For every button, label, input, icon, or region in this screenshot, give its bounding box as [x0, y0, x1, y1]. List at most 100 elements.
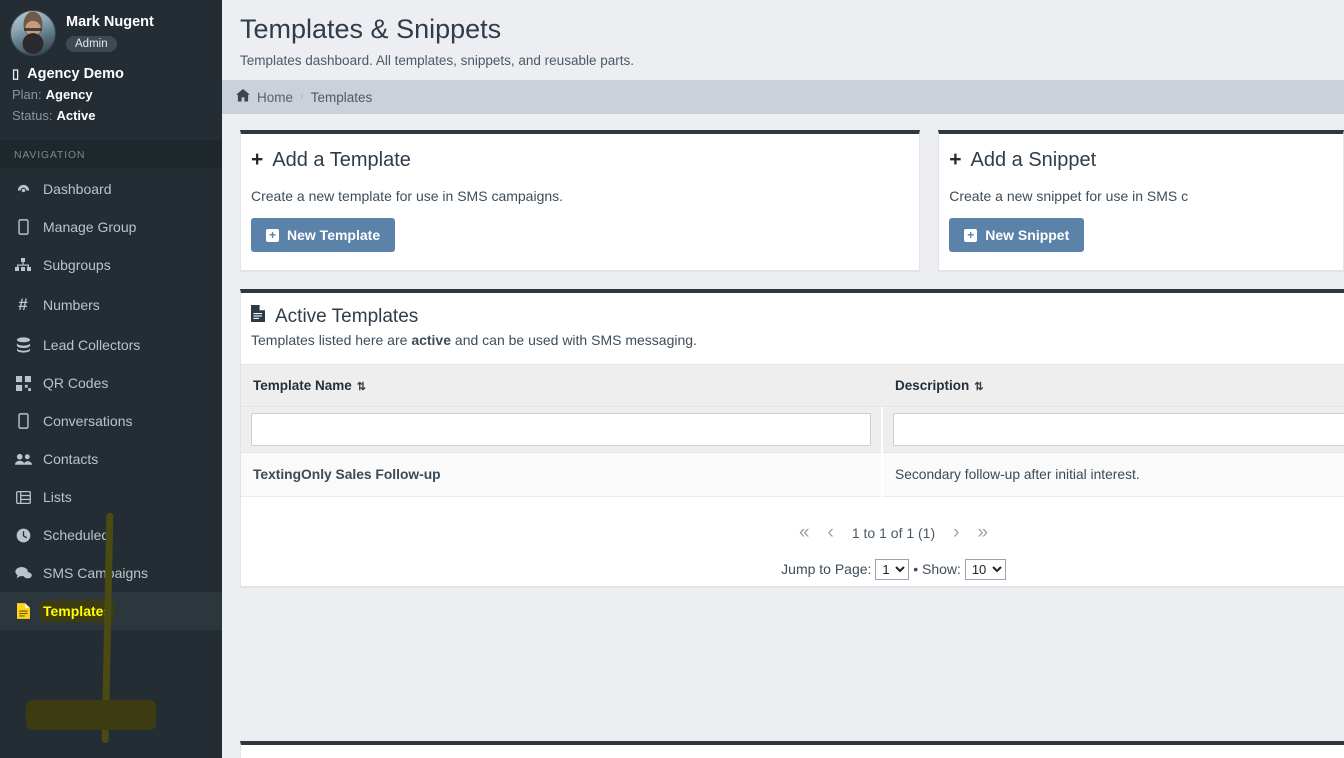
sidebar-item-numbers[interactable]: # Numbers — [0, 284, 222, 326]
status-label: Status: — [12, 108, 53, 123]
plan-row: Plan: Agency — [0, 84, 222, 105]
dashboard-icon — [14, 182, 32, 197]
new-snippet-button[interactable]: + New Snippet — [949, 218, 1085, 252]
mobile-icon — [14, 219, 32, 235]
table-header-row: Template Name ⇅ Description ⇅ — [241, 364, 1344, 407]
avatar — [10, 10, 56, 56]
sidebar-item-label: Templates — [43, 603, 112, 619]
sidebar-item-label: Scheduled — [43, 527, 110, 543]
active-templates-panel: Active Templates Templates listed here a… — [240, 289, 1344, 587]
add-snippet-description: Create a new snippet for use in SMS c — [949, 188, 1189, 204]
sidebar: Mark Nugent Admin ▯ Agency Demo Plan: Age… — [0, 0, 222, 758]
add-template-title: + Add a Template — [251, 148, 909, 172]
sidebar-item-label: SMS Campaigns — [43, 565, 149, 581]
comments-icon — [14, 566, 32, 580]
add-template-card: + Add a Template Create a new template f… — [240, 130, 921, 271]
jump-to-page-select[interactable]: 1 — [875, 559, 910, 580]
next-panel-partial — [240, 741, 1344, 758]
breadcrumb-current: Templates — [310, 89, 373, 105]
double-chevron-left-icon[interactable]: « — [799, 523, 810, 542]
table-row[interactable]: TextingOnly Sales Follow-up Secondary fo… — [241, 452, 1344, 497]
building-icon: ▯ — [12, 66, 20, 81]
app-root: Mark Nugent Admin ▯ Agency Demo Plan: Age… — [0, 0, 1344, 758]
pagination-dot: • — [913, 561, 919, 577]
sidebar-item-qr-codes[interactable]: QR Codes — [0, 364, 222, 402]
sidebar-item-sms-campaigns[interactable]: SMS Campaigns — [0, 554, 222, 592]
table-body: TextingOnly Sales Follow-up Secondary fo… — [241, 452, 1344, 497]
sidebar-item-lists[interactable]: Lists — [0, 478, 222, 516]
sidebar-item-contacts[interactable]: Contacts — [0, 440, 222, 478]
users-icon — [14, 453, 32, 466]
sidebar-item-lead-collectors[interactable]: Lead Collectors — [0, 326, 222, 364]
role-badge: Admin — [66, 36, 117, 53]
double-chevron-right-icon[interactable]: » — [977, 523, 988, 542]
sidebar-item-label: Lead Collectors — [43, 337, 141, 353]
qrcode-icon — [14, 375, 32, 391]
plus-icon: + — [949, 148, 962, 171]
sidebar-item-templates[interactable]: Templates — [0, 592, 222, 630]
cell-description: Secondary follow-up after initial intere… — [883, 452, 1344, 497]
table-head: Template Name ⇅ Description ⇅ — [241, 364, 1344, 453]
filter-input-description[interactable] — [893, 413, 1344, 446]
plan-label: Plan: — [12, 87, 42, 102]
sidebar-item-label: Lists — [43, 489, 72, 505]
highlight-marker-blob — [26, 700, 156, 730]
page-size-select[interactable]: 10 — [964, 559, 1006, 580]
sidebar-item-label: Manage Group — [43, 219, 137, 235]
chevron-right-icon[interactable]: › — [953, 523, 959, 542]
organization-name: Agency Demo — [27, 66, 124, 82]
sidebar-item-label: QR Codes — [43, 375, 109, 391]
templates-table: Template Name ⇅ Description ⇅ TextingOnl… — [241, 364, 1344, 497]
new-template-button-label: New Template — [287, 227, 381, 243]
active-templates-title: Active Templates — [251, 305, 1344, 328]
plus-icon: + — [251, 148, 264, 171]
page-header: Templates & Snippets Templates dashboard… — [222, 0, 1344, 114]
column-header-template-name[interactable]: Template Name ⇅ — [241, 364, 881, 407]
filter-cell-template-name — [241, 406, 881, 453]
subtitle-part-2: and can be used with SMS messaging. — [451, 332, 697, 348]
plus-square-icon: + — [266, 228, 279, 242]
sidebar-item-conversations[interactable]: Conversations — [0, 402, 222, 440]
new-template-button[interactable]: + New Template — [251, 218, 396, 252]
add-snippet-title: + Add a Snippet — [949, 148, 1333, 172]
breadcrumb: Home › Templates — [222, 80, 1344, 114]
cell-template-name: TextingOnly Sales Follow-up — [241, 452, 881, 497]
sidebar-item-manage-group[interactable]: Manage Group — [0, 208, 222, 246]
sidebar-nav: Dashboard Manage Group Subgroups # Numbe… — [0, 168, 222, 630]
show-label: Show: — [922, 561, 961, 577]
page-title: Templates & Snippets — [240, 14, 502, 44]
add-snippet-card: + Add a Snippet Create a new snippet for… — [938, 130, 1344, 271]
sidebar-item-label: Conversations — [43, 413, 133, 429]
file-text-icon — [14, 603, 32, 619]
pagination: « ‹ 1 to 1 of 1 (1) › » Jump to Page: 1 … — [241, 497, 1344, 586]
sidebar-item-scheduled[interactable]: Scheduled — [0, 516, 222, 554]
sidebar-item-label: Contacts — [43, 451, 99, 467]
chevron-left-icon[interactable]: ‹ — [828, 523, 834, 542]
breadcrumb-separator: › — [300, 91, 304, 103]
sidebar-item-label: Subgroups — [43, 257, 111, 273]
sidebar-item-dashboard[interactable]: Dashboard — [0, 170, 222, 208]
sort-updown-icon[interactable]: ⇅ — [357, 381, 366, 393]
filter-cell-description — [883, 406, 1344, 453]
subtitle-part-1: Templates listed here are — [251, 332, 412, 348]
column-header-description[interactable]: Description ⇅ — [883, 364, 1344, 407]
clock-icon — [14, 528, 32, 543]
plus-square-icon: + — [964, 228, 978, 242]
home-icon — [236, 89, 250, 105]
subtitle-bold: active — [411, 332, 452, 348]
sort-updown-icon[interactable]: ⇅ — [974, 381, 983, 393]
new-snippet-button-label: New Snippet — [985, 227, 1070, 243]
pagination-status: 1 to 1 of 1 (1) — [851, 524, 936, 541]
sidebar-item-label: Numbers — [43, 297, 100, 313]
sidebar-item-subgroups[interactable]: Subgroups — [0, 246, 222, 284]
active-templates-title-text: Active Templates — [275, 305, 419, 327]
user-profile[interactable]: Mark Nugent Admin — [0, 0, 222, 60]
breadcrumb-home-link[interactable]: Home — [257, 90, 293, 105]
column-label: Description — [895, 378, 970, 393]
status-value: Active — [56, 108, 96, 123]
organization-name-row: ▯ Agency Demo — [0, 60, 222, 84]
filter-input-template-name[interactable] — [251, 413, 871, 446]
add-template-title-text: Add a Template — [272, 148, 411, 171]
active-templates-subtitle: Templates listed here are active and can… — [251, 332, 1344, 348]
plan-value: Agency — [45, 87, 93, 102]
